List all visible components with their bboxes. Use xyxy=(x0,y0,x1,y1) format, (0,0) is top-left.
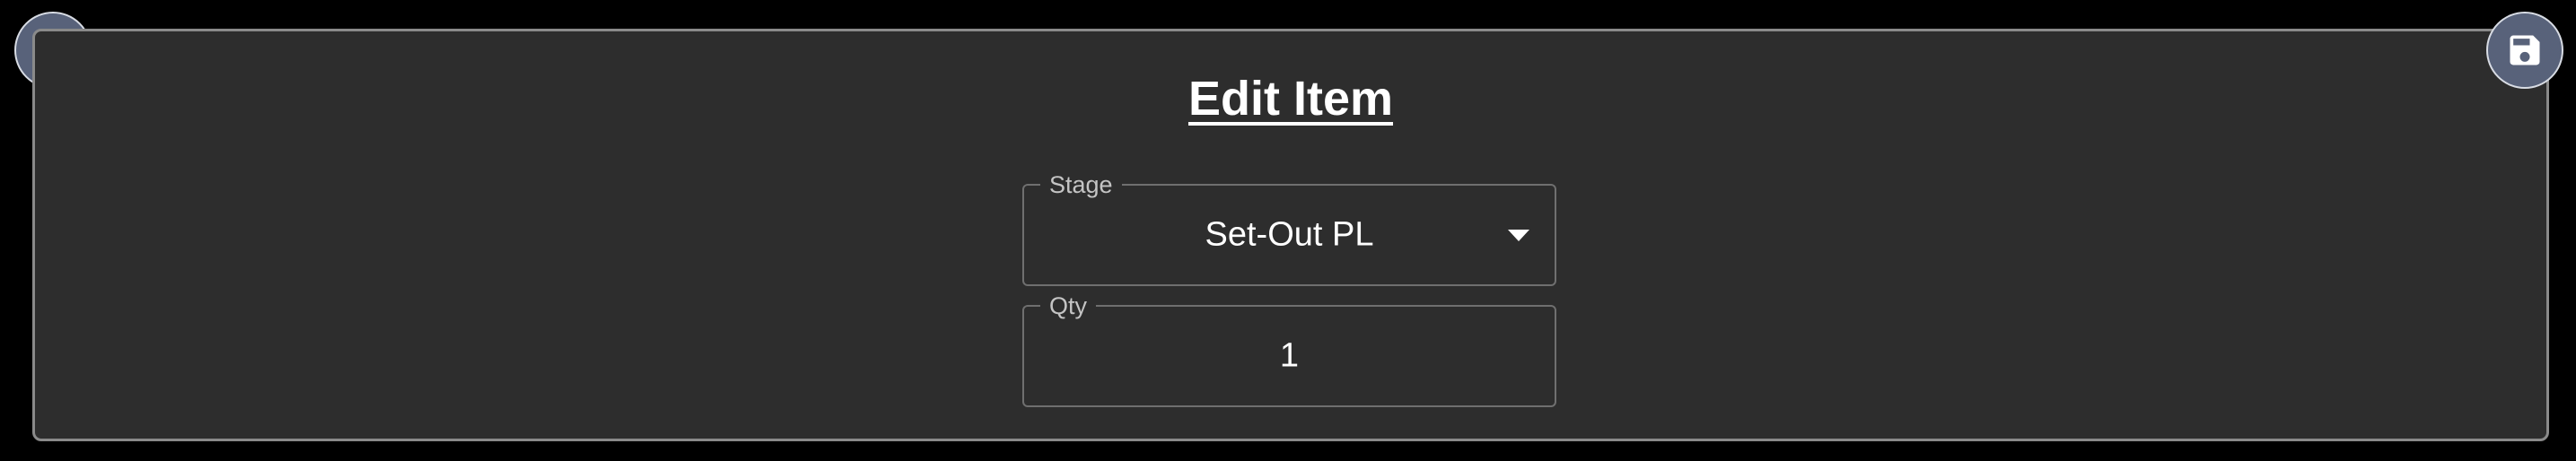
stage-label: Stage xyxy=(1040,170,1122,199)
qty-label: Qty xyxy=(1040,291,1097,320)
edit-item-dialog: Edit Item Stage Set-Out PL Qty 1 xyxy=(32,29,2549,441)
stage-select[interactable]: Stage Set-Out PL xyxy=(1022,170,1556,286)
dialog-title: Edit Item xyxy=(1187,72,1394,126)
save-icon xyxy=(2510,35,2540,65)
dropdown-arrow-icon xyxy=(1508,230,1529,241)
qty-value: 1 xyxy=(1279,336,1300,375)
save-button[interactable] xyxy=(2486,12,2563,89)
stage-value: Set-Out PL xyxy=(1205,215,1374,254)
qty-field[interactable]: Qty 1 xyxy=(1022,291,1556,407)
